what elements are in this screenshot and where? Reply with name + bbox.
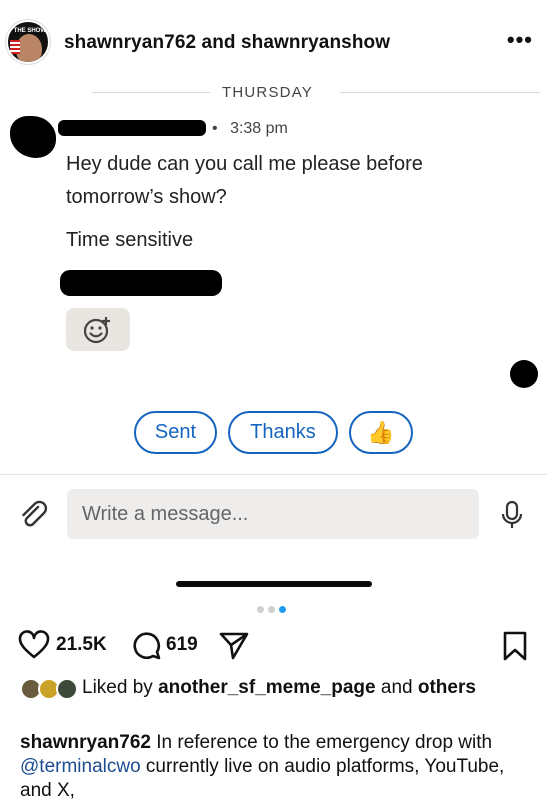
message-input[interactable] — [67, 489, 479, 539]
compose-bar — [0, 489, 547, 541]
emoji-add-icon — [83, 316, 110, 343]
liked-by-username[interactable]: another_sf_meme_page — [158, 677, 376, 698]
comments-count[interactable]: 619 — [166, 634, 198, 656]
day-divider: THURSDAY — [0, 84, 547, 102]
caption-mention[interactable]: @terminalcwo — [20, 756, 141, 777]
carousel-dot — [257, 606, 264, 613]
more-options-icon[interactable]: ••• — [507, 29, 533, 51]
redacted-sender-avatar — [10, 116, 56, 158]
message-line: Time sensitive — [66, 229, 194, 251]
post-authors[interactable]: shawnryan762 and shawnryanshow — [64, 32, 390, 54]
message-line: Hey dude can you call me please before — [66, 153, 423, 175]
liked-by-text: Liked by another_sf_meme_page and others — [82, 676, 522, 700]
message-time: • 3:38 pm — [212, 120, 288, 138]
liker-avatar — [56, 678, 78, 700]
microphone-icon[interactable] — [500, 499, 524, 536]
avatar-badge: THE SHOW — [13, 28, 46, 34]
caption-username[interactable]: shawnryan762 — [20, 732, 151, 753]
liked-by-avatars — [20, 678, 80, 700]
quick-reply-sent[interactable]: Sent — [134, 411, 217, 454]
bookmark-icon[interactable] — [502, 630, 528, 667]
divider-line-right — [340, 92, 540, 93]
compose-divider — [0, 474, 547, 475]
carousel-dot — [268, 606, 275, 613]
add-reaction-button[interactable] — [66, 308, 130, 351]
flag-icon — [10, 40, 20, 54]
time-value: 3:38 pm — [230, 120, 288, 137]
paperclip-icon[interactable] — [18, 499, 50, 536]
post-caption: shawnryan762 In reference to the emergen… — [20, 731, 535, 800]
comment-icon[interactable] — [131, 630, 161, 665]
redacted-recipient-avatar — [510, 360, 538, 388]
quick-reply-thanks[interactable]: Thanks — [228, 411, 338, 454]
author-avatar[interactable]: THE SHOW — [6, 20, 50, 64]
carousel-indicator — [257, 606, 286, 613]
divider-line-left — [92, 92, 210, 93]
redacted-signature — [60, 270, 222, 296]
home-indicator — [176, 581, 372, 587]
liked-by-prefix: Liked by — [82, 677, 153, 698]
quick-reply-row: Sent Thanks 👍 — [0, 411, 547, 455]
heart-icon[interactable] — [18, 630, 50, 665]
day-label: THURSDAY — [222, 84, 313, 101]
share-icon[interactable] — [218, 630, 250, 665]
message-line: tomorrow’s show? — [66, 186, 227, 208]
likes-count[interactable]: 21.5K — [56, 634, 107, 656]
redacted-sender-name — [58, 120, 206, 136]
quick-reply-thumbs-up[interactable]: 👍 — [349, 411, 413, 454]
post-header: THE SHOW shawnryan762 and shawnryanshow … — [0, 0, 547, 78]
liked-by-others[interactable]: others — [418, 677, 476, 698]
liked-by-and: and — [380, 677, 413, 698]
caption-text: In reference to the emergency drop with — [150, 732, 493, 753]
post-actions: 21.5K 619 — [0, 628, 547, 664]
carousel-dot-active — [279, 606, 286, 613]
time-separator: • — [212, 120, 218, 137]
